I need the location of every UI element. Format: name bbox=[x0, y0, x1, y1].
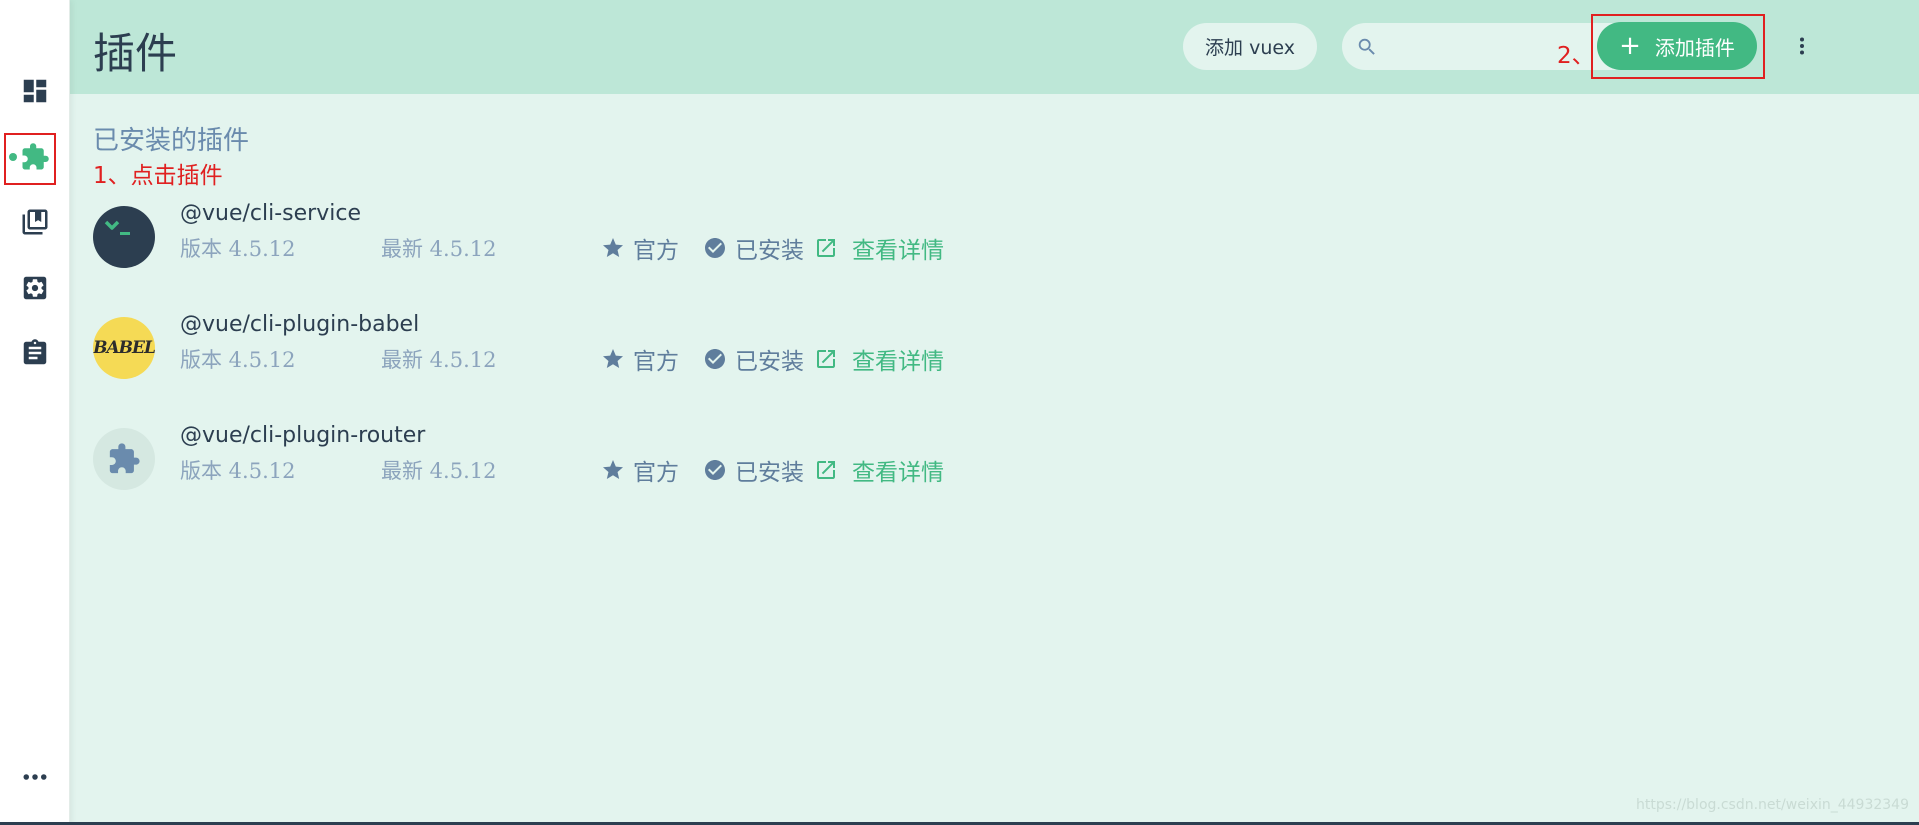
page-title: 插件 bbox=[93, 29, 178, 78]
more-menu-button[interactable] bbox=[1790, 30, 1814, 62]
open-in-new-icon bbox=[817, 239, 835, 257]
more-vert-icon bbox=[1800, 37, 1804, 55]
open-in-new-icon bbox=[817, 350, 835, 368]
plugin-version: 版本 4.5.12 bbox=[180, 348, 296, 372]
view-details-link[interactable]: 查看详情 bbox=[814, 231, 944, 265]
puzzle-icon bbox=[109, 443, 140, 474]
more-horiz-icon bbox=[23, 774, 47, 780]
section-title: 已安装的插件 bbox=[93, 126, 250, 156]
annotation-box-sidebar bbox=[4, 133, 56, 185]
terminal-icon bbox=[104, 220, 130, 235]
plugin-name: @vue/cli-plugin-babel bbox=[180, 312, 420, 337]
nav-dashboard[interactable] bbox=[19, 75, 51, 107]
plugin-tags: 官方 已安装 查看详情 bbox=[601, 453, 944, 487]
add-vuex-button[interactable]: 添加 vuex bbox=[1183, 23, 1317, 70]
plugin-item[interactable]: @vue/cli-service 版本 4.5.12 最新 4.5.12 官方 … bbox=[93, 201, 993, 271]
official-badge: 官方 bbox=[601, 231, 679, 265]
official-badge: 官方 bbox=[601, 342, 679, 376]
plugin-version: 版本 4.5.12 bbox=[180, 459, 296, 483]
plugin-tags: 官方 已安装 查看详情 bbox=[601, 231, 944, 265]
check-circle-icon bbox=[705, 349, 725, 369]
cli-service-logo bbox=[93, 206, 155, 268]
nav-more[interactable] bbox=[19, 761, 51, 793]
plugin-tags: 官方 已安装 查看详情 bbox=[601, 342, 944, 376]
star-icon bbox=[603, 460, 623, 479]
plugin-item[interactable]: @vue/cli-plugin-router 版本 4.5.12 最新 4.5.… bbox=[93, 423, 993, 493]
nav-configuration[interactable] bbox=[19, 272, 51, 304]
settings-icon bbox=[23, 276, 47, 300]
router-logo bbox=[93, 428, 155, 490]
plugin-latest: 最新 4.5.12 bbox=[381, 459, 497, 483]
dashboard-icon bbox=[23, 79, 47, 103]
view-details-link[interactable]: 查看详情 bbox=[814, 342, 944, 376]
open-in-new-icon bbox=[817, 461, 835, 479]
plugin-name: @vue/cli-service bbox=[180, 201, 361, 226]
add-plugin-button[interactable]: + 添加插件 bbox=[1597, 22, 1757, 70]
babel-logo: BABEL bbox=[93, 317, 155, 379]
nav-tasks[interactable] bbox=[19, 337, 51, 369]
installed-badge: 已安装 bbox=[703, 453, 804, 487]
installed-badge: 已安装 bbox=[703, 342, 804, 376]
sidebar bbox=[0, 0, 70, 825]
search-icon bbox=[1358, 38, 1375, 55]
clipboard-icon bbox=[23, 339, 47, 365]
view-details-link[interactable]: 查看详情 bbox=[814, 453, 944, 487]
plugin-name: @vue/cli-plugin-router bbox=[180, 423, 426, 448]
nav-dependencies[interactable] bbox=[19, 206, 51, 238]
watermark: https://blog.csdn.net/weixin_44932349 bbox=[1635, 797, 1909, 813]
check-circle-icon bbox=[705, 460, 725, 480]
plugin-version: 版本 4.5.12 bbox=[180, 237, 296, 261]
library-icon bbox=[22, 209, 48, 235]
star-icon bbox=[603, 238, 623, 257]
main-content: 已安装的插件 1、点击插件 @vue/cli-service 版本 4.5.12… bbox=[70, 94, 1919, 825]
installed-badge: 已安装 bbox=[703, 231, 804, 265]
annotation-step1: 1、点击插件 bbox=[93, 163, 223, 189]
check-circle-icon bbox=[705, 238, 725, 258]
annotation-step2: 2、 bbox=[1557, 43, 1595, 69]
plugin-item[interactable]: BABEL @vue/cli-plugin-babel 版本 4.5.12 最新… bbox=[93, 312, 993, 382]
plugin-latest: 最新 4.5.12 bbox=[381, 237, 497, 261]
plus-icon: + bbox=[1619, 31, 1641, 61]
official-badge: 官方 bbox=[601, 453, 679, 487]
star-icon bbox=[603, 349, 623, 368]
add-plugin-label: 添加插件 bbox=[1654, 35, 1735, 60]
plugin-latest: 最新 4.5.12 bbox=[381, 348, 497, 372]
